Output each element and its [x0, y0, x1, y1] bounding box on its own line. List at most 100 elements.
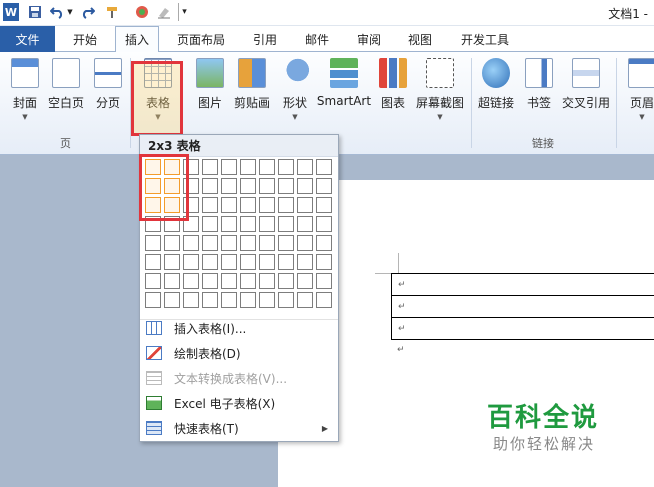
grid-cell[interactable]	[183, 273, 199, 289]
word-app-icon[interactable]: W	[3, 3, 19, 21]
grid-cell[interactable]	[202, 197, 218, 213]
grid-cell[interactable]	[259, 159, 275, 175]
grid-cell[interactable]	[164, 273, 180, 289]
grid-cell[interactable]	[278, 178, 294, 194]
grid-cell[interactable]	[259, 216, 275, 232]
document-table[interactable]: ↵ ↵ ↵	[391, 273, 654, 340]
menu-item-insert-table[interactable]: 插入表格(I)...	[140, 316, 338, 340]
grid-cell[interactable]	[164, 254, 180, 270]
header-button[interactable]: 页眉 ▼	[622, 56, 654, 128]
menu-item-draw-table[interactable]: 绘制表格(D)	[140, 341, 338, 365]
customize-icon[interactable]: ▾	[178, 3, 190, 21]
grid-cell[interactable]	[221, 178, 237, 194]
grid-cell[interactable]	[297, 235, 313, 251]
grid-cell[interactable]	[183, 292, 199, 308]
grid-cell[interactable]	[221, 254, 237, 270]
hyperlink-button[interactable]: 超链接	[475, 56, 517, 128]
grid-cell[interactable]	[316, 178, 332, 194]
grid-cell[interactable]	[221, 292, 237, 308]
grid-cell[interactable]	[297, 292, 313, 308]
grid-cell[interactable]	[240, 197, 256, 213]
grid-cell[interactable]	[145, 235, 161, 251]
format-painter-icon[interactable]	[104, 3, 122, 21]
grid-cell[interactable]	[297, 254, 313, 270]
grid-cell[interactable]	[297, 273, 313, 289]
grid-cell[interactable]	[259, 178, 275, 194]
grid-cell[interactable]	[278, 159, 294, 175]
grid-cell[interactable]	[221, 273, 237, 289]
menu-item-excel-spreadsheet[interactable]: Excel 电子表格(X)	[140, 391, 338, 415]
grid-cell[interactable]	[278, 254, 294, 270]
table-row[interactable]: ↵	[391, 296, 654, 318]
grid-cell[interactable]	[297, 216, 313, 232]
grid-cell[interactable]	[316, 235, 332, 251]
dropdown-icon[interactable]: ▼	[66, 3, 74, 21]
grid-cell[interactable]	[316, 273, 332, 289]
shapes-button[interactable]: 形状 ▼	[278, 56, 312, 128]
tab-references[interactable]: 引用	[245, 26, 285, 52]
grid-cell[interactable]	[278, 235, 294, 251]
grid-cell[interactable]	[183, 254, 199, 270]
grid-cell[interactable]	[316, 292, 332, 308]
grid-cell[interactable]	[278, 292, 294, 308]
grid-cell[interactable]	[202, 216, 218, 232]
grid-cell[interactable]	[297, 178, 313, 194]
tab-page-layout[interactable]: 页面布局	[168, 26, 234, 52]
grid-cell[interactable]	[164, 235, 180, 251]
grid-cell[interactable]	[145, 292, 161, 308]
picture-button[interactable]: 图片	[193, 56, 227, 128]
grid-cell[interactable]	[221, 159, 237, 175]
grid-cell[interactable]	[297, 197, 313, 213]
grid-cell[interactable]	[259, 273, 275, 289]
tab-home[interactable]: 开始	[62, 26, 108, 52]
chart-button[interactable]: 图表	[376, 56, 410, 128]
cross-reference-button[interactable]: 交叉引用	[560, 56, 612, 128]
undo-icon[interactable]	[49, 3, 65, 21]
grid-cell[interactable]	[278, 216, 294, 232]
table-row[interactable]: ↵	[391, 274, 654, 296]
grid-cell[interactable]	[202, 159, 218, 175]
grid-cell[interactable]	[240, 273, 256, 289]
grid-cell[interactable]	[297, 159, 313, 175]
tab-view[interactable]: 视图	[400, 26, 440, 52]
menu-item-quick-tables[interactable]: 快速表格(T) ▶	[140, 416, 338, 440]
tab-mailings[interactable]: 邮件	[297, 26, 337, 52]
redo-icon[interactable]	[80, 3, 96, 21]
grid-cell[interactable]	[259, 292, 275, 308]
grid-cell[interactable]	[183, 235, 199, 251]
tab-file[interactable]: 文件	[0, 26, 55, 52]
grid-cell[interactable]	[316, 159, 332, 175]
grid-cell[interactable]	[278, 197, 294, 213]
bookmark-button[interactable]: 书签	[522, 56, 556, 128]
grid-cell[interactable]	[202, 292, 218, 308]
grid-cell[interactable]	[316, 216, 332, 232]
grid-cell[interactable]	[259, 254, 275, 270]
grid-cell[interactable]	[259, 235, 275, 251]
tab-review[interactable]: 审阅	[349, 26, 389, 52]
smartart-button[interactable]: SmartArt	[317, 56, 371, 128]
grid-cell[interactable]	[202, 254, 218, 270]
grid-cell[interactable]	[164, 292, 180, 308]
screenshot-button[interactable]: 屏幕截图 ▼	[412, 56, 468, 128]
grid-cell[interactable]	[145, 254, 161, 270]
table-row[interactable]: ↵	[391, 318, 654, 340]
grid-cell[interactable]	[240, 216, 256, 232]
tab-developer[interactable]: 开发工具	[452, 26, 518, 52]
grid-cell[interactable]	[240, 235, 256, 251]
page-break-button[interactable]: 分页	[90, 56, 126, 128]
grid-cell[interactable]	[240, 292, 256, 308]
grid-cell[interactable]	[316, 254, 332, 270]
save-icon[interactable]	[27, 3, 43, 21]
tab-insert[interactable]: 插入	[115, 26, 159, 53]
cover-page-button[interactable]: 封面 ▼	[6, 56, 44, 128]
grid-cell[interactable]	[221, 197, 237, 213]
grid-cell[interactable]	[278, 273, 294, 289]
clip-art-button[interactable]: 剪贴画	[232, 56, 272, 128]
grid-cell[interactable]	[240, 178, 256, 194]
grid-cell[interactable]	[240, 254, 256, 270]
color-icon[interactable]	[134, 3, 150, 21]
grid-cell[interactable]	[221, 235, 237, 251]
grid-cell[interactable]	[316, 197, 332, 213]
grid-cell[interactable]	[259, 197, 275, 213]
eraser-icon[interactable]	[156, 3, 172, 21]
